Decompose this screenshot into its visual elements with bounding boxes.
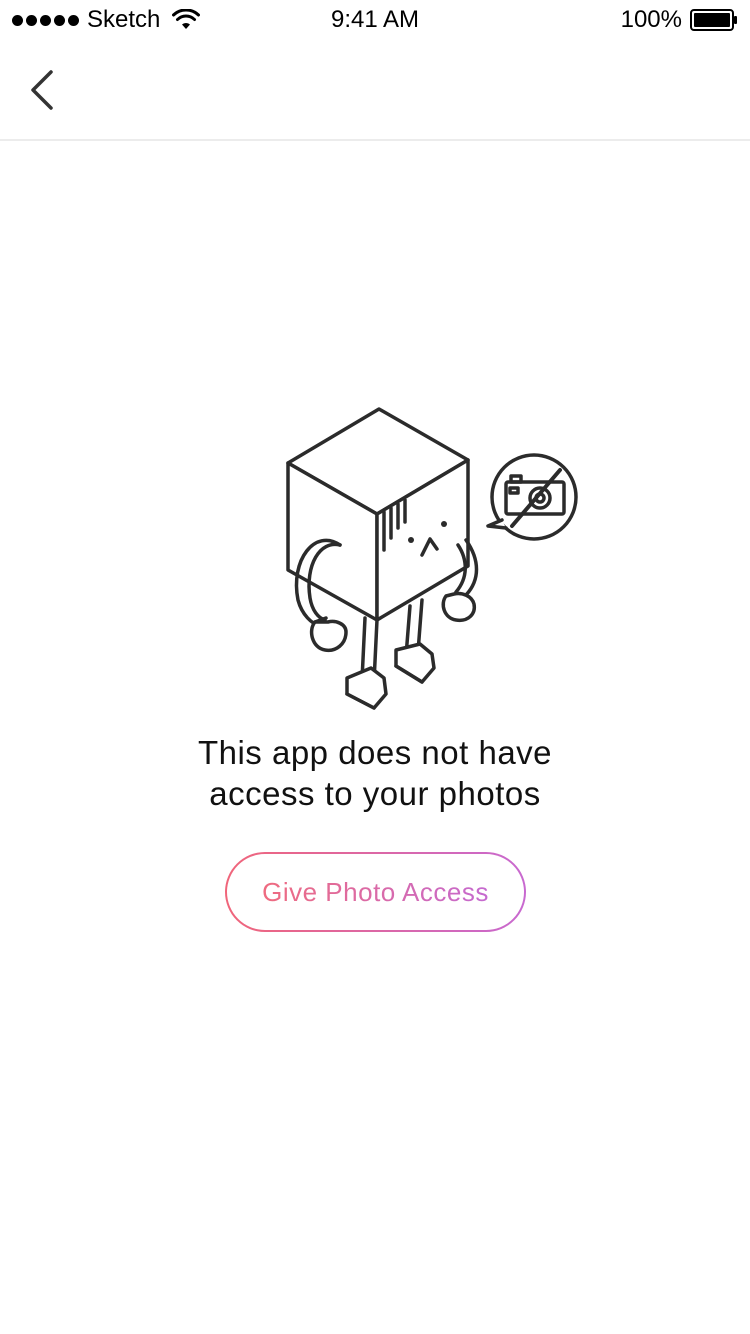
sad-cube-robot-illustration (286, 407, 578, 710)
chevron-left-icon (31, 70, 53, 110)
navigation-bar (0, 40, 750, 141)
photo-permission-screen: Sketch 9:41 AM 100% This app does not ha… (0, 0, 750, 1334)
give-photo-access-label: Give Photo Access (262, 876, 489, 907)
status-bar: Sketch 9:41 AM 100% (0, 0, 750, 40)
access-button-inner: Give Photo Access (227, 854, 524, 930)
battery-percentage: 100% (620, 6, 682, 33)
status-right: 100% (621, 6, 738, 34)
back-button[interactable] (20, 64, 64, 116)
message-line-2: access to your photos (209, 775, 541, 812)
message-line-1: This app does not have (197, 734, 553, 771)
give-photo-access-button[interactable]: Give Photo Access (225, 852, 526, 932)
no-access-message: This app does not have access to your ph… (0, 732, 750, 814)
battery-icon (690, 9, 737, 31)
